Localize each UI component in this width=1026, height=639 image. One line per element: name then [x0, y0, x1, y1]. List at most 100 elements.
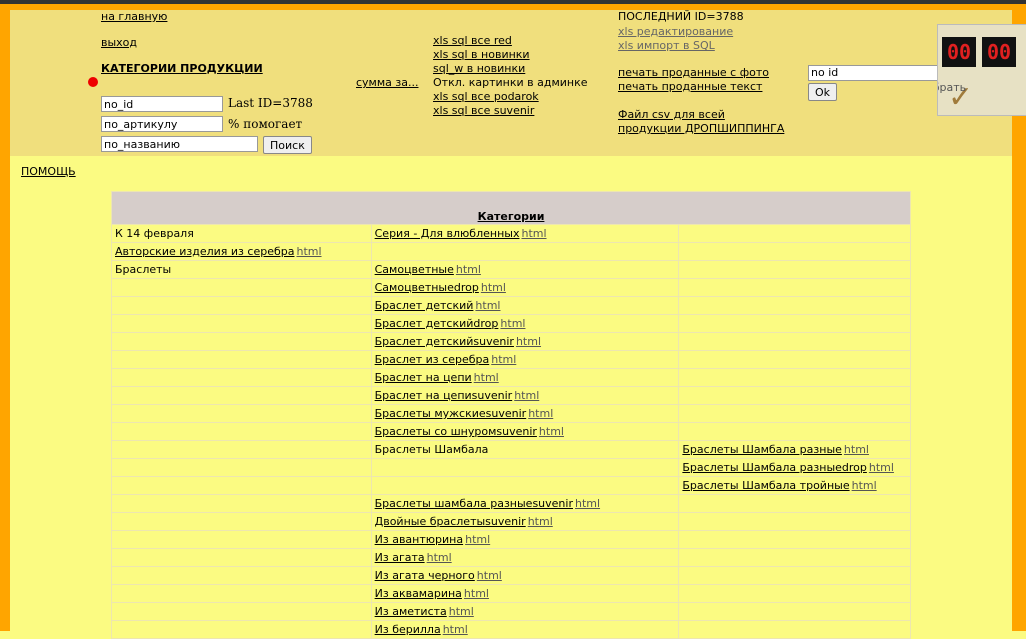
html-link[interactable]: html [521, 227, 546, 240]
name-input[interactable] [101, 136, 258, 152]
category-link[interactable]: Браслет на цепиsuvenir [375, 389, 513, 402]
html-link[interactable]: html [514, 389, 539, 402]
csv-link-line2[interactable]: продукции ДРОПШИППИНГА [618, 122, 784, 135]
categories-link[interactable]: КАТЕГОРИИ ПРОДУКЦИИ [101, 62, 263, 75]
category-link[interactable]: Из агата [375, 551, 425, 564]
table-cell: Браслет на цепиsuvenir html [370, 386, 680, 405]
table-row: Браслет детский html [111, 296, 911, 315]
id-input[interactable] [101, 96, 223, 112]
sum-link[interactable]: сумма за... [356, 76, 418, 89]
category-link[interactable]: Из аметиста [375, 605, 447, 618]
category-link[interactable]: Браслеты мужскиеsuvenir [375, 407, 527, 420]
table-cell: Из аквамарина html [370, 584, 680, 603]
table-row: Браслеты со шнуромsuvenir html [111, 422, 911, 441]
csv-link-line1[interactable]: Файл csv для всей [618, 108, 725, 121]
table-cell [678, 242, 911, 261]
admin-header: на главную выход КАТЕГОРИИ ПРОДУКЦИИ Las… [10, 10, 1012, 156]
table-cell [370, 458, 680, 477]
category-link[interactable]: Самоцветныеdrop [375, 281, 479, 294]
category-link[interactable]: Браслеты со шнуромsuvenir [375, 425, 537, 438]
category-link[interactable]: Браслет на цепи [375, 371, 472, 384]
table-row: Браслеты шамбала разныеsuvenir html [111, 494, 911, 513]
html-link[interactable]: html [427, 551, 452, 564]
html-link[interactable]: html [516, 335, 541, 348]
xls-link[interactable]: xls sql все suvenir [433, 104, 534, 117]
table-row: Из агата html [111, 548, 911, 567]
table-row: Браслет из серебра html [111, 350, 911, 369]
search-button[interactable]: Поиск [263, 136, 312, 154]
html-link[interactable]: html [481, 281, 506, 294]
help-link[interactable]: ПОМОЩЬ [21, 165, 76, 178]
html-link[interactable]: html [500, 317, 525, 330]
html-link[interactable]: html [528, 407, 553, 420]
exit-link[interactable]: выход [101, 36, 137, 49]
table-cell: Серия - Для влюбленных html [370, 224, 680, 243]
table-cell [678, 224, 911, 243]
html-link[interactable]: html [296, 245, 321, 258]
category-link[interactable]: Браслет детскийsuvenir [375, 335, 514, 348]
category-link[interactable]: Авторские изделия из серебра [115, 245, 294, 258]
html-link[interactable]: html [449, 605, 474, 618]
xls-link[interactable]: sql_w в новинки [433, 62, 525, 75]
category-link[interactable]: Браслет из серебра [375, 353, 490, 366]
disable-images-link[interactable]: Откл. картинки в админке [433, 76, 588, 89]
xls-link[interactable]: xls sql все red [433, 34, 512, 47]
category-link[interactable]: Серия - Для влюбленных [375, 227, 520, 240]
category-link[interactable]: Двойные браслетыsuvenir [375, 515, 526, 528]
last-id-title: ПОСЛЕДНИЙ ID=3788 [618, 10, 744, 23]
table-cell [678, 530, 911, 549]
table-row: Самоцветныеdrop html [111, 278, 911, 297]
table-cell: Двойные браслетыsuvenir html [370, 512, 680, 531]
table-row: Из авантюрина html [111, 530, 911, 549]
html-link[interactable]: html [539, 425, 564, 438]
category-link[interactable]: Из агата черного [375, 569, 475, 582]
category-link[interactable]: Из авантюрина [375, 533, 463, 546]
category-link[interactable]: Браслет детский [375, 299, 474, 312]
html-link[interactable]: html [869, 461, 894, 474]
html-link[interactable]: html [844, 443, 869, 456]
html-link[interactable]: html [464, 587, 489, 600]
table-cell [678, 260, 911, 279]
table-cell [678, 368, 911, 387]
table-cell: Браслет из серебра html [370, 350, 680, 369]
xls-link[interactable]: xls sql все podarok [433, 90, 539, 103]
html-link[interactable]: html [475, 299, 500, 312]
timer-dismiss[interactable]: Убрать [938, 81, 966, 94]
table-cell [111, 368, 372, 387]
table-cell [370, 476, 680, 495]
table-title-link[interactable]: Категории [478, 210, 545, 223]
print-text-link[interactable]: печать проданные текст [618, 80, 762, 93]
table-cell [678, 278, 911, 297]
category-link[interactable]: Браслеты Шамбала разные [682, 443, 842, 456]
status-indicator-icon [88, 77, 98, 87]
category-link[interactable]: Самоцветные [375, 263, 454, 276]
html-link[interactable]: html [465, 533, 490, 546]
ok-button[interactable]: Ok [808, 83, 838, 101]
html-link[interactable]: html [575, 497, 600, 510]
table-cell: Браслеты шамбала разныеsuvenir html [370, 494, 680, 513]
html-link[interactable]: html [474, 371, 499, 384]
html-link[interactable]: html [477, 569, 502, 582]
html-link[interactable]: html [528, 515, 553, 528]
article-input[interactable] [101, 116, 223, 132]
category-link[interactable]: Браслеты Шамбала тройные [682, 479, 849, 492]
table-cell: Браслеты Шамбала разныеdrop html [678, 458, 911, 477]
category-link[interactable]: Из берилла [375, 623, 441, 636]
html-link[interactable]: html [443, 623, 468, 636]
html-link[interactable]: html [456, 263, 481, 276]
category-link[interactable]: Браслеты Шамбала разныеdrop [682, 461, 867, 474]
home-link[interactable]: на главную [101, 10, 167, 23]
table-cell [111, 332, 372, 351]
print-photo-link[interactable]: печать проданные с фото [618, 66, 769, 79]
category-link[interactable]: Из аквамарина [375, 587, 462, 600]
table-cell [678, 404, 911, 423]
xls-link[interactable]: xls sql в новинки [433, 48, 530, 61]
xls-import-link[interactable]: xls импорт в SQL [618, 39, 715, 52]
xls-edit-link[interactable]: xls редактирование [618, 25, 733, 38]
table-row: Браслет на цепи html [111, 368, 911, 387]
category-link[interactable]: Браслет детскийdrop [375, 317, 499, 330]
html-link[interactable]: html [491, 353, 516, 366]
category-link[interactable]: Браслеты шамбала разныеsuvenir [375, 497, 573, 510]
html-link[interactable]: html [852, 479, 877, 492]
table-row: Из аквамарина html [111, 584, 911, 603]
